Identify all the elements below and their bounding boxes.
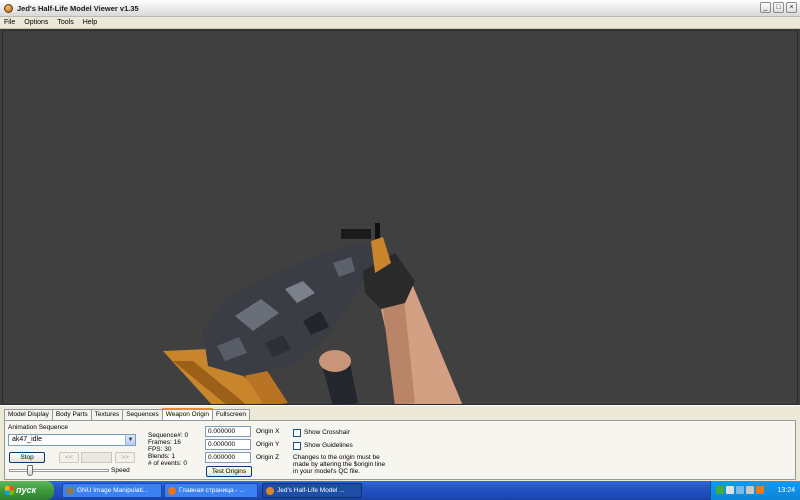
tab-textures[interactable]: Textures [90, 409, 124, 420]
firefox-icon [168, 487, 176, 495]
tab-fullscreen[interactable]: Fullscreen [211, 409, 250, 420]
tab-weapon-origin[interactable]: Weapon Origin [161, 408, 213, 420]
origin-x-label: Origin X [256, 428, 280, 435]
stop-button[interactable]: Stop [9, 452, 45, 463]
frame-input[interactable] [81, 452, 112, 463]
keyboard-icon[interactable] [746, 486, 754, 494]
weapon-model-render [163, 223, 463, 404]
animation-sequence-select[interactable]: ak47_idle ▼ [8, 434, 136, 446]
menu-options[interactable]: Options [24, 19, 48, 26]
system-tray: 13:24 [710, 481, 800, 500]
show-guidelines-label: Show Guidelines [304, 442, 353, 449]
weapon-origin-tab-body: Animation Sequence ak47_idle ▼ Stop << >… [4, 420, 796, 480]
origin-z-label: Origin Z [256, 454, 280, 461]
menu-file[interactable]: File [4, 19, 15, 26]
taskbar-item-label: Главная страница - ... [179, 487, 245, 494]
origin-z-input[interactable]: 0.000000 [205, 452, 251, 463]
frame-count: Frames: 16 [148, 439, 181, 446]
origin-note-line: made by altering the $origin line [293, 461, 386, 468]
taskbar: пуск GNU Image Manipulati... Главная стр… [0, 481, 800, 500]
gimp-icon [66, 487, 74, 495]
tab-model-display[interactable]: Model Display [4, 409, 53, 420]
animation-sequence-value: ak47_idle [12, 436, 42, 443]
animation-sequence-label: Animation Sequence [8, 424, 68, 431]
app-icon [4, 3, 13, 13]
hlmv-icon [266, 487, 274, 495]
maximize-button[interactable]: □ [773, 2, 784, 13]
tab-strip: Model Display Body Parts Textures Sequen… [4, 408, 250, 420]
menu-help[interactable]: Help [83, 19, 97, 26]
origin-x-input[interactable]: 0.000000 [205, 426, 251, 437]
show-guidelines-checkbox[interactable] [293, 442, 301, 450]
taskbar-item-gimp[interactable]: GNU Image Manipulati... [62, 483, 162, 498]
taskbar-item-firefox[interactable]: Главная страница - ... [164, 483, 258, 498]
display-icon[interactable] [736, 486, 744, 494]
taskbar-item-label: GNU Image Manipulati... [77, 487, 149, 494]
taskbar-item-hlmv[interactable]: Jed's Half-Life Model ... [262, 483, 362, 498]
origin-y-label: Origin Y [256, 441, 280, 448]
menu-tools[interactable]: Tools [57, 19, 73, 26]
speed-slider-track[interactable] [9, 469, 109, 472]
next-frame-button[interactable]: >> [115, 452, 135, 463]
fps-value: FPS: 30 [148, 446, 172, 453]
rifle-barrel [341, 229, 371, 239]
windows-logo-icon [5, 486, 14, 495]
tab-sequences[interactable]: Sequences [122, 409, 163, 420]
start-label: пуск [16, 485, 37, 495]
blend-count: Blends: 1 [148, 453, 176, 460]
rifle-front-sight [375, 223, 380, 239]
show-crosshair-checkbox[interactable] [293, 429, 301, 437]
speed-label: Speed [111, 467, 130, 474]
speed-slider-thumb[interactable] [27, 465, 33, 476]
clock: 13:24 [777, 487, 795, 494]
close-button[interactable]: × [786, 2, 797, 13]
minimize-button[interactable]: _ [760, 2, 771, 13]
menu-bar: File Options Tools Help [0, 17, 800, 29]
tab-body-parts[interactable]: Body Parts [51, 409, 92, 420]
window-controls: _ □ × [760, 2, 797, 13]
origin-y-input[interactable]: 0.000000 [205, 439, 251, 450]
origin-note-line: in your model's QC file. [293, 468, 360, 475]
origin-note-line: Changes to the origin must be [293, 454, 380, 461]
update-icon[interactable] [756, 486, 764, 494]
window-title: Jed's Half-Life Model Viewer v1.35 [17, 3, 139, 13]
sequence-number: Sequence#: 0 [148, 432, 189, 439]
control-panel: Model Display Body Parts Textures Sequen… [0, 405, 800, 481]
left-hand [319, 350, 351, 372]
volume-icon[interactable] [726, 486, 734, 494]
test-origins-button[interactable]: Test Origins [206, 466, 252, 477]
taskbar-item-label: Jed's Half-Life Model ... [277, 487, 345, 494]
model-viewport[interactable] [2, 30, 798, 405]
event-count: # of events: 0 [148, 460, 188, 467]
chevron-down-icon[interactable]: ▼ [125, 435, 135, 445]
title-bar: Jed's Half-Life Model Viewer v1.35 _ □ × [0, 0, 800, 17]
show-crosshair-label: Show Crosshair [304, 429, 350, 436]
network-icon[interactable] [716, 486, 724, 494]
previous-frame-button[interactable]: << [59, 452, 79, 463]
start-button[interactable]: пуск [0, 481, 54, 500]
